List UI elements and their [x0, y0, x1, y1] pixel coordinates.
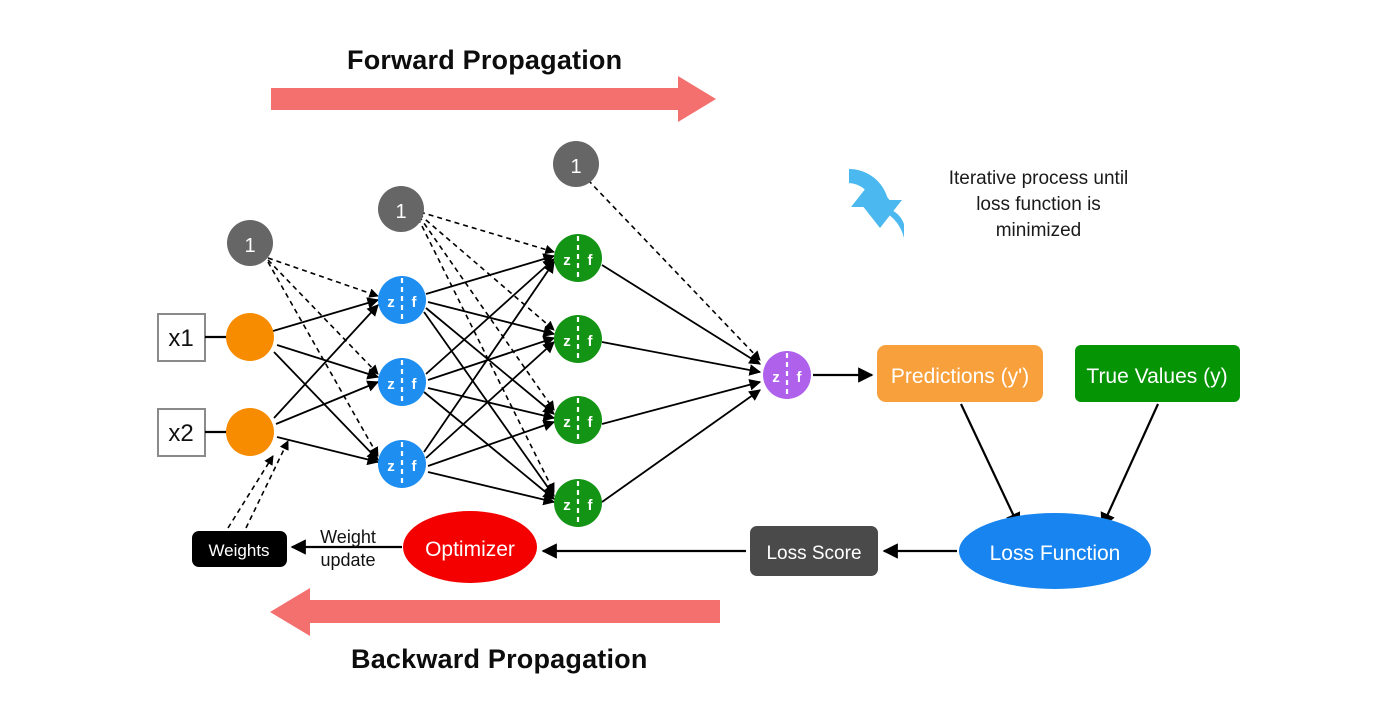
hidden2-neuron-2: z f — [554, 315, 602, 363]
iterative-note-line-1: Iterative process until — [948, 168, 1129, 189]
weights-label: Weights — [208, 541, 269, 560]
neuron-z-label: z — [563, 252, 571, 269]
backward-propagation-title: Backward Propagation — [351, 644, 648, 674]
loss-function-label: Loss Function — [990, 542, 1121, 565]
loss-function-ellipse: Loss Function — [959, 513, 1151, 589]
input-neuron-2 — [226, 408, 274, 456]
neuron-z-label: z — [563, 333, 571, 350]
hidden1-neuron-3: z f — [378, 440, 426, 488]
input-box-x1: x1 — [157, 313, 206, 362]
optimizer-label: Optimizer — [425, 538, 515, 561]
edges-bias2-to-hidden2 — [417, 211, 555, 493]
neuron-z-label: z — [387, 294, 395, 311]
predictions-label: Predictions (y') — [891, 365, 1029, 388]
forward-propagation-arrow — [271, 76, 716, 122]
bias-node-input-layer: 1 — [227, 220, 273, 266]
edges-hidden1-to-hidden2 — [423, 253, 556, 506]
loss-score-box: Loss Score — [750, 526, 878, 576]
bias-label: 1 — [570, 156, 581, 178]
edges-hidden2-to-output — [601, 264, 762, 503]
neuron-z-label: z — [563, 497, 571, 514]
forward-propagation-title: Forward Propagation — [347, 45, 623, 75]
hidden1-neuron-2: z f — [378, 358, 426, 406]
iterative-note-line-3: minimized — [995, 220, 1082, 241]
neural-network-diagram: x1 x2 z f z f z f z f z f z f z f z f 1 … — [157, 76, 1240, 636]
edge-true-values-to-loss-function — [1100, 403, 1160, 529]
output-neuron: z f — [763, 351, 811, 399]
hidden1-neuron-1: z f — [378, 276, 426, 324]
bias-label: 1 — [244, 235, 255, 257]
input-neuron-1 — [226, 313, 274, 361]
neuron-z-label: z — [387, 458, 395, 475]
weight-update-label-line2: update — [320, 550, 375, 570]
true-values-label: True Values (y) — [1086, 365, 1227, 388]
bias-node-hidden1: 1 — [378, 186, 424, 232]
neuron-z-label: z — [563, 414, 571, 431]
input-box-x2: x2 — [157, 408, 206, 457]
backward-propagation-arrow — [270, 588, 720, 636]
iterative-note-line-2: loss function is — [976, 194, 1101, 215]
hidden2-neuron-4: z f — [554, 479, 602, 527]
hidden2-neuron-1: z f — [554, 234, 602, 282]
weight-update-label-line1: Weight — [320, 527, 376, 547]
bias-node-hidden2: 1 — [553, 141, 599, 187]
neuron-z-label: z — [772, 369, 780, 386]
true-values-box: True Values (y) — [1075, 345, 1240, 402]
loss-score-label: Loss Score — [766, 543, 861, 564]
weights-box: Weights — [192, 531, 287, 567]
iterative-process-note: Iterative process until loss function is… — [931, 166, 1146, 244]
diagram-canvas: x1 x2 z f z f z f z f z f z f z f z f 1 … — [0, 0, 1400, 719]
optimizer-ellipse: Optimizer — [403, 511, 537, 583]
edge-predictions-to-loss-function — [960, 403, 1021, 529]
predictions-box: Predictions (y') — [877, 345, 1043, 402]
input-label-x1: x1 — [168, 325, 193, 352]
edge-bias3-to-output — [587, 179, 761, 361]
input-label-x2: x2 — [168, 420, 193, 447]
hidden2-neuron-3: z f — [554, 396, 602, 444]
refresh-cycle-icon — [849, 168, 904, 238]
edges-bias1-to-hidden1 — [267, 257, 379, 457]
edges-input-to-hidden1 — [272, 297, 380, 466]
neuron-z-label: z — [387, 376, 395, 393]
bias-label: 1 — [395, 201, 406, 223]
